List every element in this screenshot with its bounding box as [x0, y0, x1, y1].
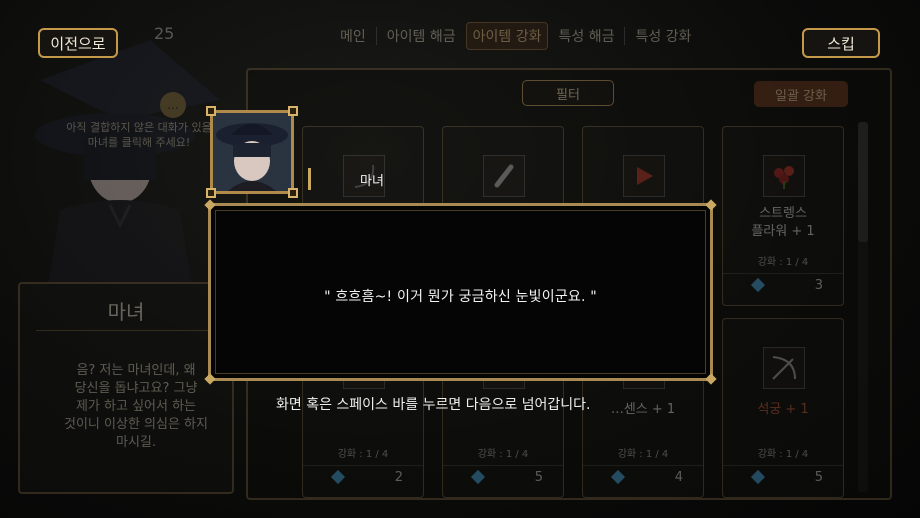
character-info-panel: 마녀 음? 저는 마녀인데, 왜 당신을 돕냐고요? 그냥 제가 하고 싶어서 …: [18, 282, 234, 494]
crossbow-icon: [763, 347, 805, 389]
tab-bar: 메인 아이템 해금 아이템 강화 특성 해금 특성 강화: [330, 20, 701, 52]
gem-icon: [330, 469, 346, 485]
cost-row: 5: [723, 465, 843, 489]
enhance-level: 강화 : 1 / 4: [477, 449, 529, 460]
frame-corner: [206, 188, 216, 198]
bulk-enhance-button[interactable]: 일괄 강화: [754, 81, 848, 107]
cost-value: 3: [814, 278, 823, 293]
gem-icon: [610, 469, 626, 485]
item-card[interactable]: 석궁 + 1 강화 : 1 / 4 5: [722, 318, 844, 498]
chat-bubble-icon[interactable]: …: [160, 92, 186, 118]
gem-icon: [750, 277, 766, 293]
cost-row: 2: [303, 465, 423, 489]
enhance-level: 강화 : 1 / 4: [337, 449, 389, 460]
cost-value: 5: [814, 470, 823, 485]
character-description: 음? 저는 마녀인데, 왜 당신을 돕냐고요? 그냥 제가 하고 싶어서 하는 …: [64, 363, 208, 450]
skip-button[interactable]: 스킵: [802, 28, 880, 58]
character-name: 마녀: [107, 300, 145, 324]
dialogue-text: " 흐흐흠~! 이거 뭔가 궁금하신 눈빛이군요. ": [324, 289, 597, 305]
cost-value: 4: [674, 470, 683, 485]
enhance-level: 강화 : 1 / 4: [757, 449, 809, 460]
speaker-portrait: [206, 106, 298, 198]
flower-icon: [763, 155, 805, 197]
tab-item-unlock[interactable]: 아이템 해금: [377, 26, 466, 46]
item-name: 석궁 + 1: [757, 402, 809, 417]
bone-icon: [483, 155, 525, 197]
grid-scrollbar[interactable]: [858, 122, 868, 492]
cost-row: 3: [723, 273, 843, 297]
divider: [36, 330, 216, 331]
tab-main[interactable]: 메인: [330, 26, 376, 46]
enhance-level: 강화 : 1 / 4: [617, 449, 669, 460]
scroll-thumb[interactable]: [858, 122, 868, 242]
frame-corner: [206, 106, 216, 116]
gem-icon: [470, 469, 486, 485]
speaker-name: 마녀: [360, 174, 384, 189]
cost-value: 5: [534, 470, 543, 485]
cost-row: 4: [583, 465, 703, 489]
continue-hint: 화면 혹은 스페이스 바를 누르면 다음으로 넘어갑니다.: [276, 397, 591, 413]
cost-row: 5: [443, 465, 563, 489]
back-button[interactable]: 이전으로: [38, 28, 118, 58]
tab-trait-unlock[interactable]: 특성 해금: [548, 26, 624, 46]
witch-portrait-icon: [213, 113, 291, 191]
gem-icon: [750, 469, 766, 485]
frame-corner: [288, 188, 298, 198]
dialogue-box[interactable]: " 흐흐흠~! 이거 뭔가 궁금하신 눈빛이군요. ": [204, 199, 717, 385]
game-screen: 25 메인 아이템 해금 아이템 강화 특성 해금 특성 강화 필터 일괄 강화: [0, 0, 920, 518]
item-card[interactable]: 스트렝스 플라워 + 1 강화 : 1 / 4 3: [722, 126, 844, 306]
hint-text: 아직 결합하지 않은 대화가 있을 마녀를 클릭해 주세요!: [66, 121, 212, 149]
item-name: …센스 + 1: [610, 402, 676, 417]
item-name: 스트렝스 플라워 + 1: [751, 206, 815, 239]
red-gem-icon: [623, 155, 665, 197]
filter-button[interactable]: 필터: [522, 80, 614, 106]
frame-corner: [288, 106, 298, 116]
cost-value: 2: [394, 470, 403, 485]
speaker-accent-bar: [308, 168, 311, 190]
tab-item-enhance[interactable]: 아이템 강화: [465, 22, 549, 50]
tab-trait-enhance[interactable]: 특성 강화: [625, 26, 701, 46]
level-counter: 25: [154, 24, 175, 43]
enhance-level: 강화 : 1 / 4: [757, 257, 809, 268]
